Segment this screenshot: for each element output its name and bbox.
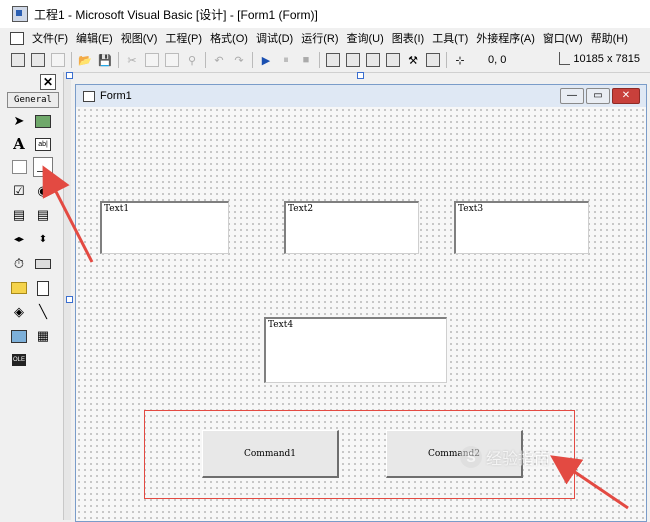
annotation-arrows bbox=[42, 165, 629, 510]
arrow-to-command2 bbox=[550, 455, 629, 510]
arrow-to-commandbutton-tool bbox=[42, 165, 94, 263]
